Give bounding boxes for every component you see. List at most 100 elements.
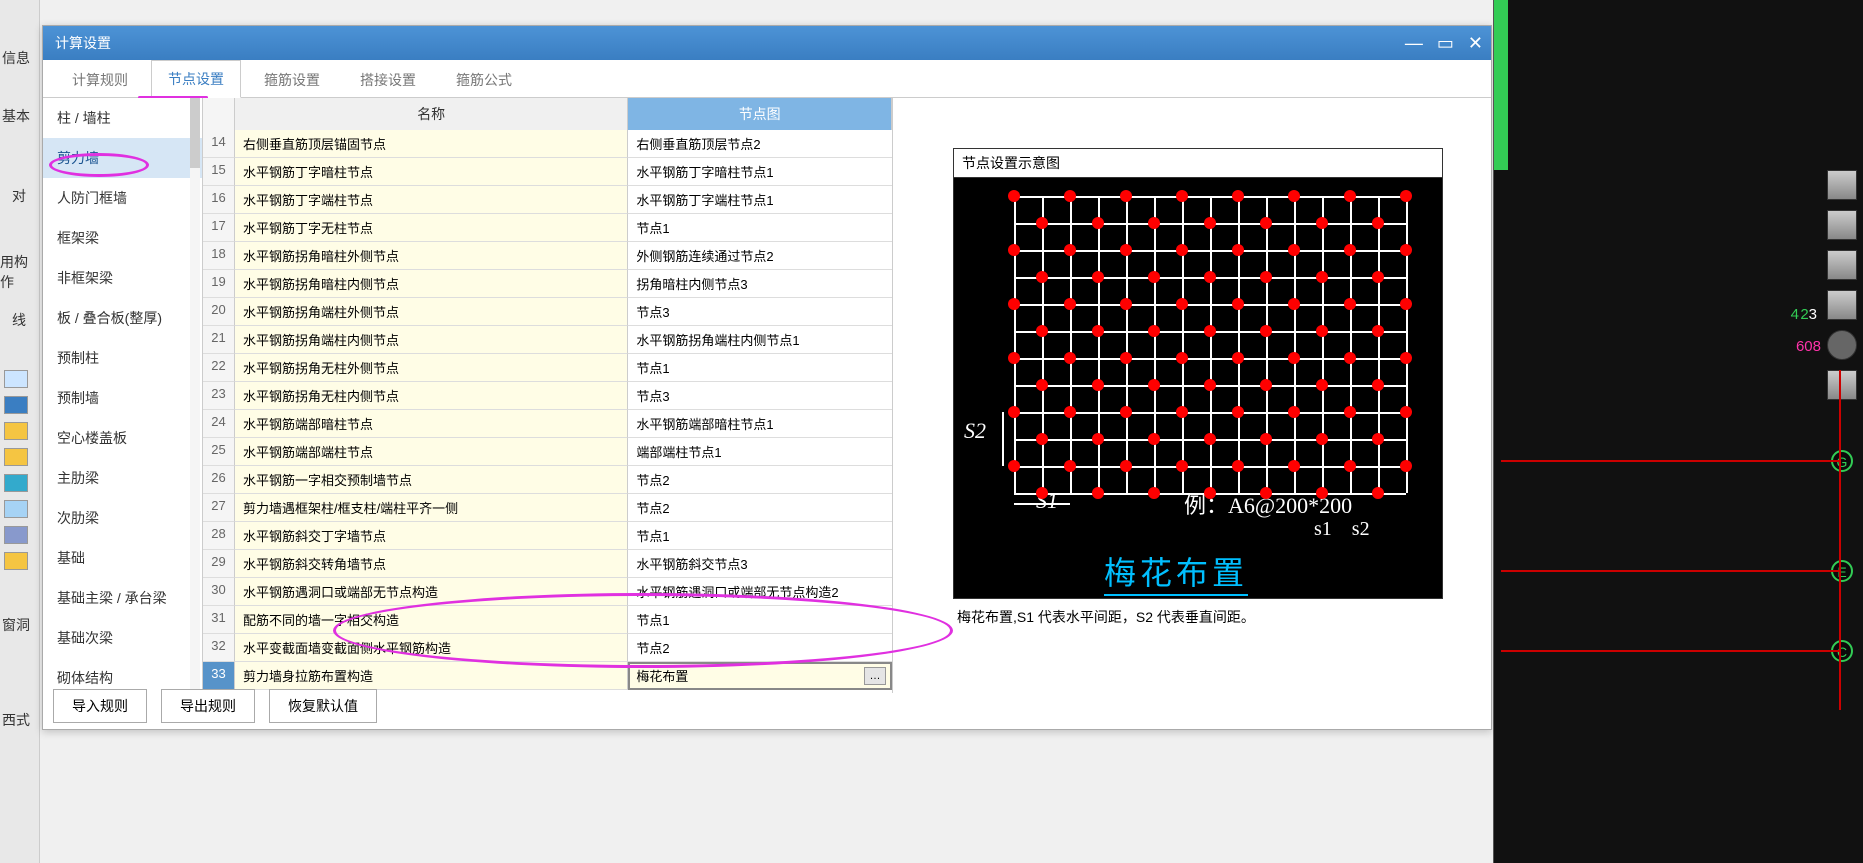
side-item-nonframe-beam[interactable]: 非框架梁 [43,258,202,298]
row-node-value[interactable]: 节点1 [628,522,892,550]
close-button[interactable]: ✕ [1468,33,1483,54]
tab-stirrup-settings[interactable]: 箍筋设置 [247,61,337,98]
row-node-value[interactable]: 节点2 [628,634,892,662]
side-item-frame-beam[interactable]: 框架梁 [43,218,202,258]
table-row[interactable]: 26水平钢筋一字相交预制墙节点节点2 [203,466,892,494]
table-row[interactable]: 31配筋不同的墙一字相交构造节点1 [203,606,892,634]
table-row[interactable]: 30水平钢筋遇洞口或端部无节点构造水平钢筋遇洞口或端部无节点构造2 [203,578,892,606]
table-body[interactable]: 14右侧垂直筋顶层锚固节点右侧垂直筋顶层节点215水平钢筋丁字暗柱节点水平钢筋丁… [203,130,892,690]
plum-dot [1092,217,1104,229]
side-item-masonry[interactable]: 砌体结构 [43,658,202,693]
row-node-value[interactable]: 水平钢筋端部暗柱节点1 [628,410,892,438]
row-node-value[interactable]: 拐角暗柱内侧节点3 [628,270,892,298]
side-item-foundation-secondary[interactable]: 基础次梁 [43,618,202,658]
th-node[interactable]: 节点图 [628,98,892,130]
row-node-value[interactable]: 节点2 [628,494,892,522]
table-row[interactable]: 16水平钢筋丁字端柱节点水平钢筋丁字端柱节点1 [203,186,892,214]
row-node-value[interactable]: 右侧垂直筋顶层节点2 [628,130,892,158]
row-node-value[interactable]: 梅花布置… [628,662,892,690]
tool-3d-icon[interactable] [1827,170,1857,200]
sidebar-scrollbar-thumb[interactable] [190,98,200,168]
plum-dot [1316,325,1328,337]
plum-dot [1316,217,1328,229]
tab-calc-rules[interactable]: 计算规则 [55,61,145,98]
side-item-precast-column[interactable]: 预制柱 [43,338,202,378]
side-item-column[interactable]: 柱 / 墙柱 [43,98,202,138]
row-name: 水平钢筋一字相交预制墙节点 [235,466,628,494]
plum-dot [1064,190,1076,202]
table-row[interactable]: 20水平钢筋拐角端柱外侧节点节点3 [203,298,892,326]
left-lightblue-icon[interactable] [4,500,28,518]
plum-dot [1288,406,1300,418]
row-node-value[interactable]: 节点3 [628,382,892,410]
sidebar-scrollbar[interactable] [190,98,200,693]
row-node-value[interactable]: 外侧钢筋连续通过节点2 [628,242,892,270]
preview-desc: 梅花布置,S1 代表水平间距，S2 代表垂直间距。 [953,599,1471,635]
row-number: 25 [203,438,235,466]
table-row[interactable]: 32水平变截面墙变截面侧水平钢筋构造节点2 [203,634,892,662]
table-row[interactable]: 19水平钢筋拐角暗柱内侧节点拐角暗柱内侧节点3 [203,270,892,298]
table-row[interactable]: 18水平钢筋拐角暗柱外侧节点外侧钢筋连续通过节点2 [203,242,892,270]
table-row[interactable]: 14右侧垂直筋顶层锚固节点右侧垂直筋顶层节点2 [203,130,892,158]
row-node-value[interactable]: 水平钢筋斜交节点3 [628,550,892,578]
plum-dot [1344,190,1356,202]
tab-stirrup-formula[interactable]: 箍筋公式 [439,61,529,98]
table-row[interactable]: 29水平钢筋斜交转角墙节点水平钢筋斜交节点3 [203,550,892,578]
restore-default-button[interactable]: 恢复默认值 [269,689,377,723]
row-node-value[interactable]: 节点2 [628,466,892,494]
side-item-main-rib[interactable]: 主肋梁 [43,458,202,498]
minimize-button[interactable]: — [1405,33,1423,54]
side-item-precast-wall[interactable]: 预制墙 [43,378,202,418]
table-row[interactable]: 33剪力墙身拉筋布置构造梅花布置… [203,662,892,690]
table-row[interactable]: 23水平钢筋拐角无柱内侧节点节点3 [203,382,892,410]
export-rules-button[interactable]: 导出规则 [161,689,255,723]
plum-dot [1400,406,1412,418]
plum-dot [1204,433,1216,445]
table-row[interactable]: 17水平钢筋丁字无柱节点节点1 [203,214,892,242]
row-number: 17 [203,214,235,242]
table-row[interactable]: 27剪力墙遇框架柱/框支柱/端柱平齐一侧节点2 [203,494,892,522]
row-node-value[interactable]: 水平钢筋遇洞口或端部无节点构造2 [628,578,892,606]
table-row[interactable]: 15水平钢筋丁字暗柱节点水平钢筋丁字暗柱节点1 [203,158,892,186]
row-node-value[interactable]: 节点1 [628,606,892,634]
left-brick-icon[interactable] [4,422,28,440]
side-item-shearwall[interactable]: 剪力墙 [43,138,202,178]
tool-layers-icon[interactable] [1827,370,1857,400]
side-item-foundation[interactable]: 基础 [43,538,202,578]
row-node-value[interactable]: 节点3 [628,298,892,326]
side-item-secondary-rib[interactable]: 次肋梁 [43,498,202,538]
row-node-value[interactable]: 水平钢筋丁字暗柱节点1 [628,158,892,186]
side-item-hollow-slab[interactable]: 空心楼盖板 [43,418,202,458]
left-cloud-icon[interactable] [4,370,28,388]
cell-ellipsis-button[interactable]: … [864,667,886,685]
tab-node-settings[interactable]: 节点设置 [151,60,241,98]
tool-wire-icon[interactable] [1827,290,1857,320]
tool-rotate-icon[interactable] [1827,330,1857,360]
left-brick-icon[interactable] [4,448,28,466]
side-item-foundation-beam[interactable]: 基础主梁 / 承台梁 [43,578,202,618]
tool-solid-icon[interactable] [1827,250,1857,280]
left-teal-icon[interactable] [4,474,28,492]
left-brick-icon[interactable] [4,552,28,570]
row-node-value[interactable]: 节点1 [628,354,892,382]
table-row[interactable]: 28水平钢筋斜交丁字墙节点节点1 [203,522,892,550]
plum-dot [1260,379,1272,391]
maximize-button[interactable]: ▭ [1437,33,1454,54]
import-rules-button[interactable]: 导入规则 [53,689,147,723]
row-node-value[interactable]: 水平钢筋丁字端柱节点1 [628,186,892,214]
tool-3d-label-icon[interactable] [1827,210,1857,240]
row-node-value[interactable]: 水平钢筋拐角端柱内侧节点1 [628,326,892,354]
side-item-doorframe[interactable]: 人防门框墙 [43,178,202,218]
table-row[interactable]: 22水平钢筋拐角无柱外侧节点节点1 [203,354,892,382]
table-row[interactable]: 21水平钢筋拐角端柱内侧节点水平钢筋拐角端柱内侧节点1 [203,326,892,354]
left-purple-icon[interactable] [4,526,28,544]
plum-dot [1064,244,1076,256]
row-node-value[interactable]: 节点1 [628,214,892,242]
side-item-slab[interactable]: 板 / 叠合板(整厚) [43,298,202,338]
left-blue-icon[interactable] [4,396,28,414]
row-node-value[interactable]: 端部端柱节点1 [628,438,892,466]
plum-dot [1232,190,1244,202]
table-row[interactable]: 24水平钢筋端部暗柱节点水平钢筋端部暗柱节点1 [203,410,892,438]
tab-lap-settings[interactable]: 搭接设置 [343,61,433,98]
table-row[interactable]: 25水平钢筋端部端柱节点端部端柱节点1 [203,438,892,466]
